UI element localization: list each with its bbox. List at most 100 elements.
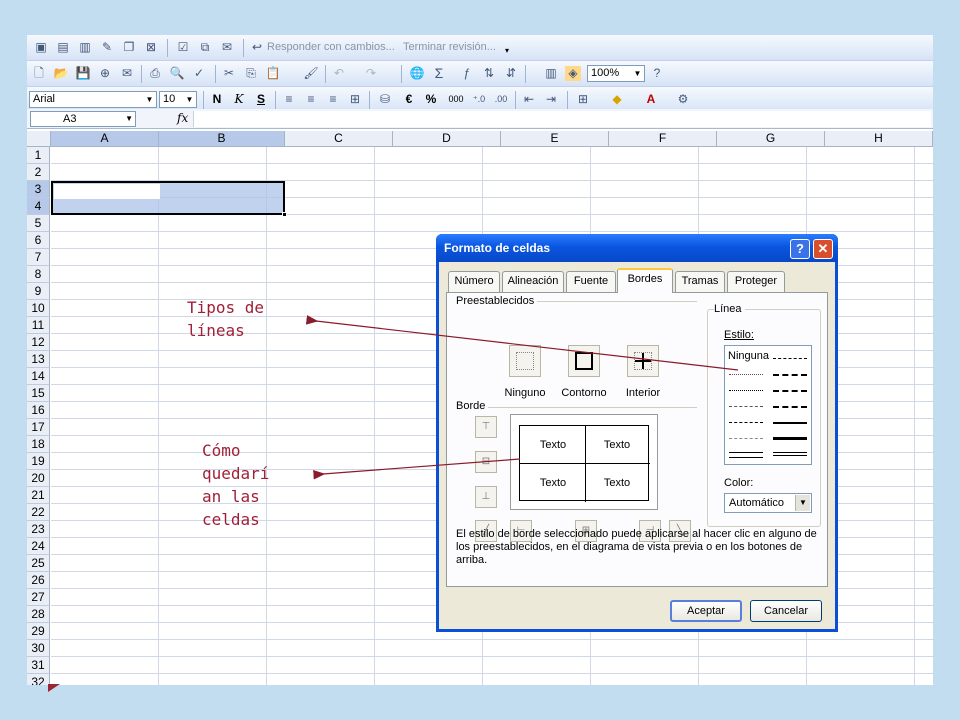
row-header-31[interactable]: 31	[27, 657, 50, 674]
preset-none-button[interactable]	[509, 345, 541, 377]
row-header-24[interactable]: 24	[27, 538, 50, 555]
compare-icon[interactable]: ⧉	[197, 40, 213, 55]
active-cell[interactable]	[54, 184, 160, 199]
border-inside-horizontal-button[interactable]: ⊟	[475, 451, 497, 473]
column-header-g[interactable]: G	[717, 131, 825, 147]
print-preview-icon[interactable]: 🔍	[169, 66, 185, 81]
style-option-dashed[interactable]	[729, 438, 763, 439]
tab-patterns[interactable]: Tramas	[675, 271, 725, 292]
row-header-30[interactable]: 30	[27, 640, 50, 657]
fill-color-icon[interactable]: ◆	[609, 92, 625, 107]
row-header-25[interactable]: 25	[27, 555, 50, 572]
print-icon[interactable]: ⎙	[147, 66, 163, 81]
chart-wizard-icon[interactable]: ▥	[543, 66, 559, 81]
decrease-decimal-icon[interactable]: .00	[493, 92, 509, 107]
row-header-5[interactable]: 5	[27, 215, 50, 232]
column-header-c[interactable]: C	[285, 131, 393, 147]
format-options-icon[interactable]: ⚙	[675, 92, 691, 107]
mail-icon[interactable]: ✉	[119, 66, 135, 81]
increase-decimal-icon[interactable]: ⁺.0	[471, 92, 487, 107]
help-button[interactable]: ?	[790, 239, 810, 259]
border-top-button[interactable]: ⊤	[475, 416, 497, 438]
style-option-dashdotdot[interactable]	[773, 358, 807, 359]
row-header-13[interactable]: 13	[27, 351, 50, 368]
row-header-3[interactable]: 3	[27, 181, 50, 198]
percent-button[interactable]: %	[423, 92, 439, 107]
row-header-22[interactable]: 22	[27, 504, 50, 521]
style-option-dotted[interactable]	[729, 390, 763, 391]
style-option-dashdot-thin[interactable]	[729, 422, 763, 423]
merge-center-icon[interactable]: ⊞	[347, 92, 363, 107]
select-all-corner[interactable]	[27, 131, 51, 147]
selected-range[interactable]	[51, 181, 287, 217]
row-header-1[interactable]: 1	[27, 147, 50, 164]
row-header-27[interactable]: 27	[27, 589, 50, 606]
undo-icon[interactable]: ↶	[331, 66, 347, 81]
style-option-medium-dashdotdot[interactable]	[773, 374, 807, 376]
border-bottom-button[interactable]: ⊥	[475, 486, 497, 508]
cut-icon[interactable]: ✂	[221, 66, 237, 81]
delete-comment-icon[interactable]: ⊠	[143, 40, 159, 55]
column-header-h[interactable]: H	[825, 131, 933, 147]
folder-star-icon[interactable]: ▣	[33, 40, 49, 55]
format-painter-icon[interactable]: 🖌	[303, 66, 319, 81]
style-option-thin[interactable]	[729, 452, 763, 458]
row-header-10[interactable]: 10	[27, 300, 50, 317]
row-header-4[interactable]: 4	[27, 198, 50, 215]
preset-inside-button[interactable]	[627, 345, 659, 377]
spelling-icon[interactable]: ✓	[191, 66, 207, 81]
style-option-medium[interactable]	[773, 422, 807, 424]
row-header-9[interactable]: 9	[27, 283, 50, 300]
bold-button[interactable]: N	[209, 92, 225, 107]
style-option-dashdotdot-thin[interactable]	[729, 406, 763, 407]
folder-icon[interactable]: ▤	[55, 40, 71, 55]
row-header-20[interactable]: 20	[27, 470, 50, 487]
close-button[interactable]: ✕	[813, 239, 833, 259]
insert-function-icon[interactable]: ƒ	[459, 66, 475, 81]
tab-alignment[interactable]: Alineación	[502, 271, 564, 292]
reply-with-changes-button[interactable]: Responder con cambios...	[267, 41, 395, 53]
style-option-medium-dashed[interactable]	[773, 406, 807, 408]
row-header-12[interactable]: 12	[27, 334, 50, 351]
borders-icon[interactable]: ⊞	[575, 92, 591, 107]
font-color-icon[interactable]: A	[643, 92, 659, 107]
style-option-none[interactable]: Ninguna	[728, 350, 769, 362]
open-icon[interactable]: 📂	[53, 66, 69, 81]
tab-borders[interactable]: Bordes	[617, 268, 673, 293]
border-preview[interactable]: Texto Texto Texto Texto	[510, 414, 658, 510]
increase-indent-icon[interactable]: ⇥	[543, 92, 559, 107]
hyperlink-icon[interactable]: 🌐	[409, 66, 425, 81]
italic-button[interactable]: K	[231, 92, 247, 107]
row-header-16[interactable]: 16	[27, 402, 50, 419]
column-header-a[interactable]: A	[51, 131, 159, 147]
drawing-icon[interactable]: ◈	[565, 66, 581, 81]
style-option-hair[interactable]	[729, 374, 763, 375]
task-icon[interactable]: ☑	[175, 40, 191, 55]
row-header-21[interactable]: 21	[27, 487, 50, 504]
windows-icon[interactable]: ❐	[121, 40, 137, 55]
tab-protection[interactable]: Proteger	[727, 271, 785, 292]
paste-icon[interactable]: 📋	[265, 66, 281, 81]
style-option-double[interactable]	[773, 452, 807, 456]
permission-icon[interactable]: ⊕	[97, 66, 113, 81]
new-icon[interactable]: 🗋	[31, 66, 47, 81]
style-option-thick[interactable]	[773, 437, 807, 440]
toolbar-options-icon[interactable]: ▾	[499, 43, 515, 58]
copy-icon[interactable]: ⎘	[243, 66, 259, 81]
font-name-select[interactable]: Arial ▼	[29, 91, 157, 108]
row-header-32[interactable]: 32	[27, 674, 50, 685]
euro-style-icon[interactable]: ⛁	[377, 92, 393, 107]
row-header-15[interactable]: 15	[27, 385, 50, 402]
folder-arrow-icon[interactable]: ▥	[77, 40, 93, 55]
row-header-14[interactable]: 14	[27, 368, 50, 385]
end-review-button[interactable]: Terminar revisión...	[403, 41, 496, 53]
row-header-29[interactable]: 29	[27, 623, 50, 640]
style-option-dashdot[interactable]	[773, 390, 807, 392]
row-header-8[interactable]: 8	[27, 266, 50, 283]
fill-handle[interactable]	[282, 212, 287, 217]
sort-descending-icon[interactable]: ⇵	[503, 66, 519, 81]
column-header-b[interactable]: B	[159, 131, 285, 147]
help-icon[interactable]: ?	[649, 66, 665, 81]
decrease-indent-icon[interactable]: ⇤	[521, 92, 537, 107]
row-header-11[interactable]: 11	[27, 317, 50, 334]
